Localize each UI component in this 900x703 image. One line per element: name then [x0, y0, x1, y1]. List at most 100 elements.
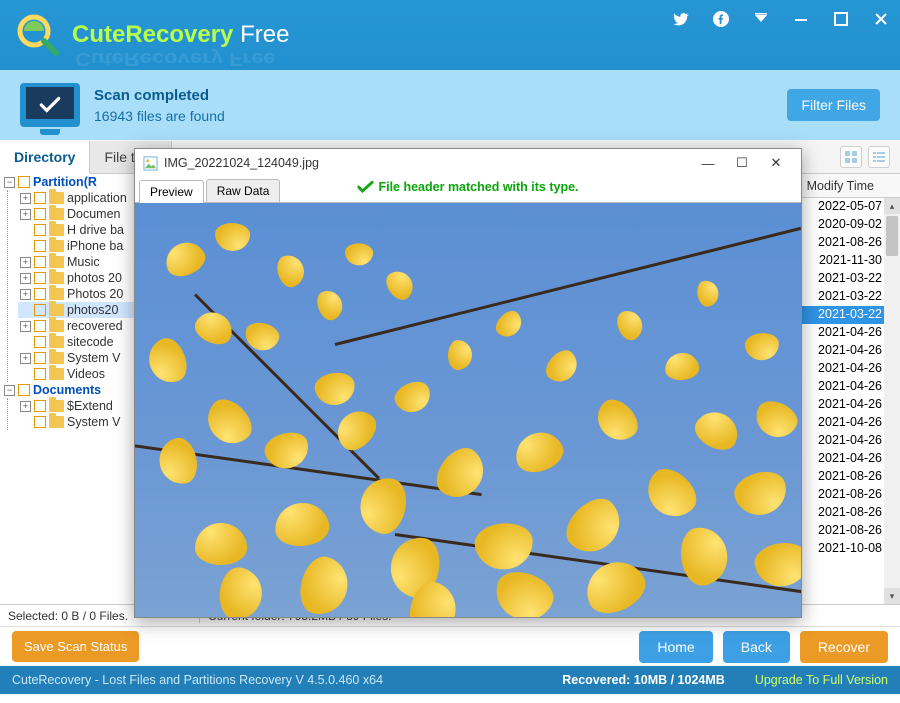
tree-expand-icon[interactable]: + — [20, 273, 31, 284]
tree-checkbox[interactable] — [34, 352, 46, 364]
folder-icon — [49, 336, 64, 348]
monitor-check-icon — [20, 83, 80, 127]
preview-close-icon[interactable]: ✕ — [759, 155, 793, 171]
preview-filename: IMG_20221024_124049.jpg — [164, 156, 691, 170]
back-button[interactable]: Back — [723, 631, 790, 663]
tree-item-label: Documen — [67, 207, 121, 221]
folder-icon — [49, 192, 64, 204]
tab-directory[interactable]: Directory — [0, 141, 90, 174]
header-match-message: File header matched with its type. — [357, 180, 578, 194]
tree-item-label: application — [67, 191, 127, 205]
tree-expand-icon[interactable]: + — [20, 193, 31, 204]
tree-item-label: System V — [67, 351, 121, 365]
tree-item-label: photos20 — [67, 303, 118, 317]
window-controls — [672, 10, 890, 28]
tree-expand-icon[interactable]: + — [20, 289, 31, 300]
folder-icon — [49, 208, 64, 220]
tree-expand-icon[interactable]: + — [20, 257, 31, 268]
tree-item-label: sitecode — [67, 335, 114, 349]
save-scan-status-button[interactable]: Save Scan Status — [12, 631, 139, 662]
tree-item-label: H drive ba — [67, 223, 124, 237]
tree-item-label: Photos 20 — [67, 287, 123, 301]
tree-checkbox[interactable] — [34, 400, 46, 412]
dropdown-icon[interactable] — [752, 10, 770, 28]
tree-expand-icon[interactable]: + — [20, 209, 31, 220]
app-logo: CuteRecovery Free — [14, 11, 289, 59]
status-footer: CuteRecovery - Lost Files and Partitions… — [0, 666, 900, 694]
app-title: CuteRecovery Free — [72, 21, 289, 49]
scan-status-bar: Scan completed 16943 files are found Fil… — [0, 70, 900, 140]
preview-minimize-icon[interactable]: — — [691, 156, 725, 171]
recover-button[interactable]: Recover — [800, 631, 888, 663]
preview-tab-rawdata[interactable]: Raw Data — [206, 179, 281, 202]
files-found-label: 16943 files are found — [94, 108, 225, 124]
scroll-up-icon[interactable]: ▴ — [884, 198, 900, 214]
home-button[interactable]: Home — [639, 631, 712, 663]
preview-tab-preview[interactable]: Preview — [139, 180, 204, 203]
scroll-thumb[interactable] — [886, 216, 898, 256]
preview-tabs: Preview Raw Data File header matched wit… — [135, 177, 801, 203]
tree-item-label: $Extend — [67, 399, 113, 413]
scan-complete-label: Scan completed — [94, 87, 225, 104]
tree-checkbox[interactable] — [34, 304, 46, 316]
folder-icon — [49, 304, 64, 316]
tree-checkbox[interactable] — [34, 336, 46, 348]
tree-item-label: recovered — [67, 319, 123, 333]
tree-item-label: System V — [67, 415, 121, 429]
view-list-icon[interactable] — [868, 146, 890, 168]
tree-item-label: Videos — [67, 367, 105, 381]
tree-expand-icon[interactable]: + — [20, 321, 31, 332]
tree-expand-icon[interactable]: + — [20, 353, 31, 364]
tree-checkbox[interactable] — [34, 256, 46, 268]
tree-item-label: iPhone ba — [67, 239, 123, 253]
tree-item-label: photos 20 — [67, 271, 122, 285]
tree-checkbox[interactable] — [34, 288, 46, 300]
view-grid-icon[interactable] — [840, 146, 862, 168]
scroll-down-icon[interactable]: ▾ — [884, 588, 900, 604]
tree-checkbox[interactable] — [34, 272, 46, 284]
folder-icon — [49, 352, 64, 364]
tree-checkbox[interactable] — [18, 176, 30, 188]
tree-checkbox[interactable] — [34, 240, 46, 252]
folder-icon — [49, 224, 64, 236]
scan-status-text: Scan completed 16943 files are found — [94, 87, 225, 124]
upgrade-link[interactable]: Upgrade To Full Version — [755, 673, 888, 687]
folder-icon — [49, 416, 64, 428]
column-modify-time[interactable]: Modify Time — [796, 174, 884, 197]
tree-checkbox[interactable] — [34, 320, 46, 332]
image-file-icon — [143, 156, 158, 171]
tree-expand-icon[interactable]: + — [20, 401, 31, 412]
folder-icon — [49, 400, 64, 412]
logo-icon — [14, 11, 62, 59]
tree-item-label: Music — [67, 255, 100, 269]
tree-checkbox[interactable] — [34, 224, 46, 236]
folder-icon — [49, 272, 64, 284]
title-bar: CuteRecovery Free CuteRecovery Free — [0, 0, 900, 70]
tree-checkbox[interactable] — [34, 416, 46, 428]
folder-icon — [49, 256, 64, 268]
close-icon[interactable] — [872, 10, 890, 28]
tree-checkbox[interactable] — [34, 192, 46, 204]
tree-collapse-icon[interactable]: − — [4, 385, 15, 396]
app-version-label: CuteRecovery - Lost Files and Partitions… — [12, 673, 383, 687]
minimize-icon[interactable] — [792, 10, 810, 28]
preview-titlebar[interactable]: IMG_20221024_124049.jpg — ☐ ✕ — [135, 149, 801, 177]
action-footer: Save Scan Status Home Back Recover — [0, 626, 900, 666]
folder-icon — [49, 368, 64, 380]
checkmark-icon — [357, 181, 373, 193]
filter-files-button[interactable]: Filter Files — [787, 89, 880, 121]
facebook-icon[interactable] — [712, 10, 730, 28]
maximize-icon[interactable] — [832, 10, 850, 28]
preview-image — [135, 203, 801, 617]
list-scrollbar[interactable]: ▴ ▾ — [884, 198, 900, 604]
folder-icon — [49, 320, 64, 332]
tree-collapse-icon[interactable]: − — [4, 177, 15, 188]
tree-checkbox[interactable] — [34, 368, 46, 380]
preview-maximize-icon[interactable]: ☐ — [725, 155, 759, 171]
tree-checkbox[interactable] — [18, 384, 30, 396]
twitter-icon[interactable] — [672, 10, 690, 28]
folder-icon — [49, 288, 64, 300]
folder-icon — [49, 240, 64, 252]
tree-checkbox[interactable] — [34, 208, 46, 220]
preview-window: IMG_20221024_124049.jpg — ☐ ✕ Preview Ra… — [134, 148, 802, 618]
